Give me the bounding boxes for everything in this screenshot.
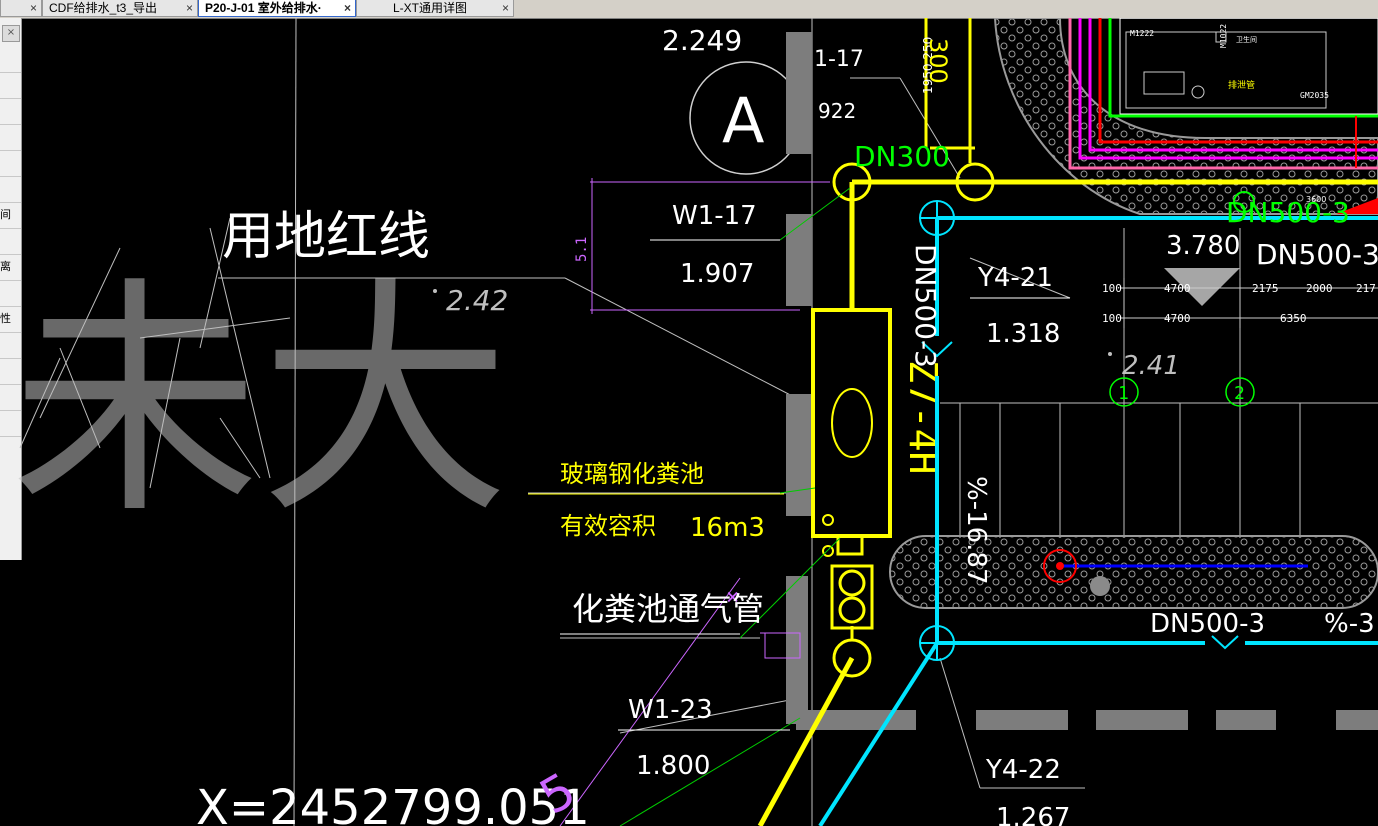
axis-a-label: A: [722, 84, 764, 157]
dn300-text: DN300: [854, 140, 950, 173]
w1-17-elev-text: 1.907: [680, 259, 754, 289]
label-1-17-text: 1-17: [814, 47, 864, 72]
dim-text: 217: [1356, 282, 1376, 295]
dot-242-text: 2.42: [446, 284, 508, 317]
bldg-label: GM2035: [1300, 91, 1329, 100]
dn500-3-right-text: DN500-3: [1256, 238, 1378, 271]
elev-top-text: 2.249: [662, 24, 742, 57]
coord-x-text: X=2452799.051: [196, 780, 590, 826]
axis-2-label: 2: [1234, 383, 1245, 404]
tab-p20-label: P20-J-01 室外给排水·: [205, 1, 322, 15]
dim-text: 100: [1102, 282, 1122, 295]
volume-value-text: 16m3: [690, 513, 765, 543]
tab-l-xt[interactable]: L-XT通用详图 ×: [356, 0, 514, 17]
bldg-label: 卫生间: [1236, 35, 1257, 44]
num-922-text: 922: [818, 99, 856, 123]
tab-lxt-label: L-XT通用详图: [393, 1, 468, 15]
dimension-lines: [1120, 278, 1378, 328]
axis-1-label: 1: [1118, 383, 1129, 404]
dn300-top-text: 300: [924, 38, 952, 84]
dim-text: 6350: [1280, 312, 1307, 325]
document-tab-bar: × CDF给排水_t3_导出 × P20-J-01 室外给排水· × L-XT通…: [0, 0, 1378, 19]
close-icon[interactable]: ×: [502, 0, 509, 16]
dim-text: 2000: [1306, 282, 1333, 295]
y4-22-text: Y4-22: [985, 755, 1061, 785]
y4-21-elev-text: 1.318: [986, 319, 1060, 349]
dot-241-text: 2.41: [1122, 351, 1180, 381]
tab-0[interactable]: ×: [0, 0, 42, 17]
vent-label-text: 化粪池通气管: [572, 590, 764, 628]
tab-cdf[interactable]: CDF给排水_t3_导出 ×: [42, 0, 198, 17]
slope-bottom-text: %-3: [1324, 609, 1375, 639]
red-line-label-text: 用地红线: [222, 207, 430, 267]
tab-cdf-label: CDF给排水_t3_导出: [49, 1, 158, 15]
dn500-3-bottom-text: DN500-3: [1150, 609, 1265, 639]
bldg-label: 排泄管: [1228, 79, 1255, 91]
dim-51-text: 5.1: [574, 237, 590, 262]
y4-22-elev-text: 1.267: [996, 803, 1070, 826]
w1-17-text: W1-17: [672, 201, 757, 231]
dim-3600-text: 3600: [1306, 195, 1326, 204]
bldg-label: M1222: [1130, 29, 1154, 38]
volume-label-text: 有效容积: [560, 512, 656, 540]
w1-23-text: W1-23: [628, 695, 713, 725]
bldg-label: M1022: [1219, 24, 1228, 48]
axis-bubbles-green[interactable]: 1 2: [1109, 377, 1255, 407]
close-icon[interactable]: ×: [186, 0, 193, 16]
dim-text: 2175: [1252, 282, 1279, 295]
close-icon[interactable]: ×: [344, 0, 351, 16]
w1-23-elev-text: 1.800: [636, 751, 710, 781]
dim-text: 100: [1102, 312, 1122, 325]
slope-168-text: %-16.87: [961, 476, 991, 585]
tab-p20-j-01[interactable]: P20-J-01 室外给排水· ×: [198, 0, 356, 17]
close-icon[interactable]: ×: [30, 0, 37, 16]
dn500-3-top-text: DN500-3: [1226, 196, 1350, 229]
septic-label-text: 玻璃钢化粪池: [560, 460, 704, 488]
dim-text: 4700: [1164, 282, 1191, 295]
building-block: M1222 M1022 GM2035 排泄管 卫生间: [1119, 18, 1378, 115]
dn500-3-vert-text: DN500-3: [909, 244, 942, 368]
dim-text: 4700: [1164, 312, 1191, 325]
elev-3780-text: 3.780: [1166, 231, 1240, 261]
big-char-text: 未大: [10, 256, 510, 547]
storm-lines-cyan: [818, 216, 1378, 826]
y4-21-text: Y4-21: [977, 263, 1053, 293]
cad-drawing-canvas[interactable]: 未大 A M1222 M1022 GM2035 排泄管 卫生间 Z7-4H 1 …: [0, 18, 1378, 826]
